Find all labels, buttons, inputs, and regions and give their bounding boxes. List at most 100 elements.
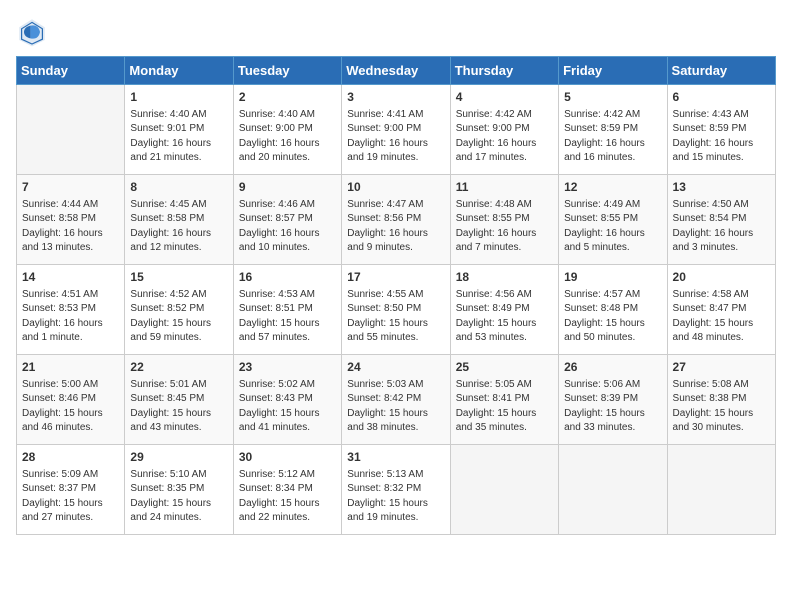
week-row-2: 7 Sunrise: 4:44 AM Sunset: 8:58 PM Daylig… bbox=[17, 175, 776, 265]
day-number: 16 bbox=[239, 269, 336, 286]
day-number: 8 bbox=[130, 179, 227, 196]
calendar-cell: 10 Sunrise: 4:47 AM Sunset: 8:56 PM Dayli… bbox=[342, 175, 450, 265]
calendar-cell: 28 Sunrise: 5:09 AM Sunset: 8:37 PM Dayli… bbox=[17, 445, 125, 535]
calendar-cell: 30 Sunrise: 5:12 AM Sunset: 8:34 PM Dayli… bbox=[233, 445, 341, 535]
cell-content: Sunrise: 4:42 AM Sunset: 9:00 PM Dayligh… bbox=[456, 108, 553, 166]
calendar-cell: 5Sunrise: 4:42 AM Sunset: 8:59 PM Daylig… bbox=[559, 85, 667, 175]
col-header-saturday: Saturday bbox=[667, 57, 775, 85]
col-header-thursday: Thursday bbox=[450, 57, 558, 85]
col-header-friday: Friday bbox=[559, 57, 667, 85]
day-number: 28 bbox=[22, 449, 119, 466]
calendar-cell: 25Sunrise: 5:05 AM Sunset: 8:41 PM Dayli… bbox=[450, 355, 558, 445]
cell-content: Sunrise: 5:10 AM Sunset: 8:35 PM Dayligh… bbox=[130, 468, 227, 526]
cell-content: Sunrise: 4:44 AM Sunset: 8:58 PM Dayligh… bbox=[22, 198, 119, 256]
day-number: 2 bbox=[239, 89, 336, 106]
col-header-tuesday: Tuesday bbox=[233, 57, 341, 85]
cell-content: Sunrise: 4:48 AM Sunset: 8:55 PM Dayligh… bbox=[456, 198, 553, 256]
cell-content: Sunrise: 5:08 AM Sunset: 8:38 PM Dayligh… bbox=[673, 378, 770, 436]
logo bbox=[16, 16, 52, 48]
calendar-cell: 17 Sunrise: 4:55 AM Sunset: 8:50 PM Dayli… bbox=[342, 265, 450, 355]
day-number: 21 bbox=[22, 359, 119, 376]
calendar-cell: 6 Sunrise: 4:43 AM Sunset: 8:59 PM Daylig… bbox=[667, 85, 775, 175]
calendar-cell: 29Sunrise: 5:10 AM Sunset: 8:35 PM Dayli… bbox=[125, 445, 233, 535]
cell-content: Sunrise: 4:51 AM Sunset: 8:53 PM Dayligh… bbox=[22, 288, 119, 346]
calendar-cell bbox=[450, 445, 558, 535]
calendar-cell: 23 Sunrise: 5:02 AM Sunset: 8:43 PM Dayli… bbox=[233, 355, 341, 445]
day-number: 30 bbox=[239, 449, 336, 466]
calendar-cell: 31Sunrise: 5:13 AM Sunset: 8:32 PM Dayli… bbox=[342, 445, 450, 535]
cell-content: Sunrise: 5:01 AM Sunset: 8:45 PM Dayligh… bbox=[130, 378, 227, 436]
day-number: 25 bbox=[456, 359, 553, 376]
cell-content: Sunrise: 4:55 AM Sunset: 8:50 PM Dayligh… bbox=[347, 288, 444, 346]
day-number: 24 bbox=[347, 359, 444, 376]
day-number: 19 bbox=[564, 269, 661, 286]
day-number: 22 bbox=[130, 359, 227, 376]
cell-content: Sunrise: 4:41 AM Sunset: 9:00 PM Dayligh… bbox=[347, 108, 444, 166]
calendar-cell: 2 Sunrise: 4:40 AM Sunset: 9:00 PM Daylig… bbox=[233, 85, 341, 175]
cell-content: Sunrise: 4:56 AM Sunset: 8:49 PM Dayligh… bbox=[456, 288, 553, 346]
calendar-cell bbox=[17, 85, 125, 175]
calendar-cell: 13 Sunrise: 4:50 AM Sunset: 8:54 PM Dayli… bbox=[667, 175, 775, 265]
day-number: 14 bbox=[22, 269, 119, 286]
cell-content: Sunrise: 5:00 AM Sunset: 8:46 PM Dayligh… bbox=[22, 378, 119, 436]
calendar-cell: 14 Sunrise: 4:51 AM Sunset: 8:53 PM Dayli… bbox=[17, 265, 125, 355]
col-header-monday: Monday bbox=[125, 57, 233, 85]
calendar-cell: 7 Sunrise: 4:44 AM Sunset: 8:58 PM Daylig… bbox=[17, 175, 125, 265]
day-number: 1 bbox=[130, 89, 227, 106]
cell-content: Sunrise: 4:47 AM Sunset: 8:56 PM Dayligh… bbox=[347, 198, 444, 256]
header-row: SundayMondayTuesdayWednesdayThursdayFrid… bbox=[17, 57, 776, 85]
week-row-5: 28 Sunrise: 5:09 AM Sunset: 8:37 PM Dayli… bbox=[17, 445, 776, 535]
day-number: 20 bbox=[673, 269, 770, 286]
cell-content: Sunrise: 5:13 AM Sunset: 8:32 PM Dayligh… bbox=[347, 468, 444, 526]
day-number: 10 bbox=[347, 179, 444, 196]
day-number: 9 bbox=[239, 179, 336, 196]
calendar-cell: 26Sunrise: 5:06 AM Sunset: 8:39 PM Dayli… bbox=[559, 355, 667, 445]
cell-content: Sunrise: 5:03 AM Sunset: 8:42 PM Dayligh… bbox=[347, 378, 444, 436]
calendar-cell: 15 Sunrise: 4:52 AM Sunset: 8:52 PM Dayli… bbox=[125, 265, 233, 355]
calendar-cell: 1 Sunrise: 4:40 AM Sunset: 9:01 PM Daylig… bbox=[125, 85, 233, 175]
cell-content: Sunrise: 4:46 AM Sunset: 8:57 PM Dayligh… bbox=[239, 198, 336, 256]
calendar-table: SundayMondayTuesdayWednesdayThursdayFrid… bbox=[16, 56, 776, 535]
cell-content: Sunrise: 4:57 AM Sunset: 8:48 PM Dayligh… bbox=[564, 288, 661, 346]
calendar-cell: 19 Sunrise: 4:57 AM Sunset: 8:48 PM Dayli… bbox=[559, 265, 667, 355]
calendar-cell: 22 Sunrise: 5:01 AM Sunset: 8:45 PM Dayli… bbox=[125, 355, 233, 445]
cell-content: Sunrise: 4:50 AM Sunset: 8:54 PM Dayligh… bbox=[673, 198, 770, 256]
day-number: 7 bbox=[22, 179, 119, 196]
day-number: 18 bbox=[456, 269, 553, 286]
col-header-sunday: Sunday bbox=[17, 57, 125, 85]
calendar-cell: 20Sunrise: 4:58 AM Sunset: 8:47 PM Dayli… bbox=[667, 265, 775, 355]
cell-content: Sunrise: 4:49 AM Sunset: 8:55 PM Dayligh… bbox=[564, 198, 661, 256]
cell-content: Sunrise: 4:40 AM Sunset: 9:00 PM Dayligh… bbox=[239, 108, 336, 166]
day-number: 17 bbox=[347, 269, 444, 286]
cell-content: Sunrise: 4:40 AM Sunset: 9:01 PM Dayligh… bbox=[130, 108, 227, 166]
day-number: 11 bbox=[456, 179, 553, 196]
calendar-cell bbox=[559, 445, 667, 535]
calendar-cell: 4 Sunrise: 4:42 AM Sunset: 9:00 PM Daylig… bbox=[450, 85, 558, 175]
cell-content: Sunrise: 5:02 AM Sunset: 8:43 PM Dayligh… bbox=[239, 378, 336, 436]
cell-content: Sunrise: 4:42 AM Sunset: 8:59 PM Dayligh… bbox=[564, 108, 661, 166]
week-row-1: 1 Sunrise: 4:40 AM Sunset: 9:01 PM Daylig… bbox=[17, 85, 776, 175]
calendar-cell: 27Sunrise: 5:08 AM Sunset: 8:38 PM Dayli… bbox=[667, 355, 775, 445]
day-number: 26 bbox=[564, 359, 661, 376]
calendar-cell: 16 Sunrise: 4:53 AM Sunset: 8:51 PM Dayli… bbox=[233, 265, 341, 355]
day-number: 13 bbox=[673, 179, 770, 196]
cell-content: Sunrise: 4:43 AM Sunset: 8:59 PM Dayligh… bbox=[673, 108, 770, 166]
calendar-cell: 12Sunrise: 4:49 AM Sunset: 8:55 PM Dayli… bbox=[559, 175, 667, 265]
day-number: 3 bbox=[347, 89, 444, 106]
header bbox=[16, 16, 776, 48]
day-number: 6 bbox=[673, 89, 770, 106]
calendar-cell: 3 Sunrise: 4:41 AM Sunset: 9:00 PM Daylig… bbox=[342, 85, 450, 175]
calendar-cell: 21 Sunrise: 5:00 AM Sunset: 8:46 PM Dayli… bbox=[17, 355, 125, 445]
cell-content: Sunrise: 4:53 AM Sunset: 8:51 PM Dayligh… bbox=[239, 288, 336, 346]
week-row-4: 21 Sunrise: 5:00 AM Sunset: 8:46 PM Dayli… bbox=[17, 355, 776, 445]
cell-content: Sunrise: 4:45 AM Sunset: 8:58 PM Dayligh… bbox=[130, 198, 227, 256]
day-number: 15 bbox=[130, 269, 227, 286]
calendar-cell: 11 Sunrise: 4:48 AM Sunset: 8:55 PM Dayli… bbox=[450, 175, 558, 265]
calendar-cell: 9 Sunrise: 4:46 AM Sunset: 8:57 PM Daylig… bbox=[233, 175, 341, 265]
cell-content: Sunrise: 4:52 AM Sunset: 8:52 PM Dayligh… bbox=[130, 288, 227, 346]
calendar-cell: 24 Sunrise: 5:03 AM Sunset: 8:42 PM Dayli… bbox=[342, 355, 450, 445]
cell-content: Sunrise: 5:12 AM Sunset: 8:34 PM Dayligh… bbox=[239, 468, 336, 526]
day-number: 23 bbox=[239, 359, 336, 376]
day-number: 4 bbox=[456, 89, 553, 106]
cell-content: Sunrise: 5:09 AM Sunset: 8:37 PM Dayligh… bbox=[22, 468, 119, 526]
